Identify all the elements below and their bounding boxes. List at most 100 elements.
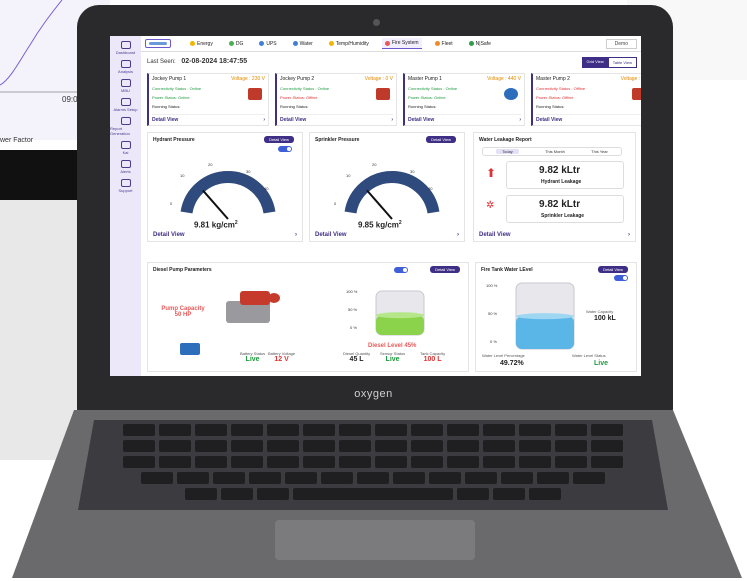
pump-detail-link[interactable]: Detail View› [280,114,393,123]
pump-voltage: Voltage : 230 V [231,76,265,82]
diesel-level: Diesel Level 45% [368,343,417,349]
user-select[interactable]: Demo [605,38,637,49]
sidebar-item-label: Support [118,188,133,193]
pump-voltage: Voltage : 0 V [620,76,641,82]
hydrant-footer[interactable]: Detail View › [153,232,297,238]
metric-value: 12 V [274,356,289,363]
metric-value: 100 L [423,356,442,363]
last-seen-value: 02-08-2024 18:47:55 [181,58,248,65]
sidebar-item-label: MBU [121,88,130,93]
pump-icon [376,88,390,100]
tab-3[interactable]: Water [290,38,316,49]
grid-view-button[interactable]: Grid View [582,57,608,68]
support-icon [120,179,131,187]
diesel-detail-button[interactable]: Detail View [430,266,460,273]
tank-scale-0: 0 % [490,339,497,344]
sidebar-item-5[interactable]: Kai [110,141,141,155]
pump-connectivity: Connectivity Status : Offline [536,86,586,91]
top-nav: Energy DG UPS Water Temp/Humidity Fire System… [141,36,641,52]
diesel-toggle[interactable] [394,267,408,273]
sidebar-item-6[interactable]: Alerts [110,160,141,174]
pump-name: Jockey Pump 1 [152,76,187,82]
pump-capacity-value: 50 HP [174,312,192,318]
water-pct-label: Water Level Percentage [482,353,525,358]
fire-tank [515,282,575,350]
metric-value: Live [245,356,260,363]
sprinkler-footer[interactable]: Detail View › [315,232,459,238]
pump-detail-link[interactable]: Detail View› [536,114,641,123]
tab-icon [328,41,334,46]
pump-detail-label: Detail View [536,117,563,123]
tab-7[interactable]: N|Safe [466,38,494,49]
gauge-tick: 30 [246,169,251,174]
pump-running: Running Status: [536,104,565,109]
sidebar-item-4[interactable]: Report Generation [110,117,141,136]
leakage-footer[interactable]: Detail View › [479,232,630,238]
sidebar-item-7[interactable]: Support [110,179,141,193]
diesel-engine-image [226,291,282,329]
sprinkler-card: Sprinkler Pressure Detail View 0 10 20 3… [309,132,465,242]
diesel-card: Diesel Pump Parameters Detail View Pump … [147,262,469,372]
tab-icon [384,40,390,46]
pump-running: Running Status: [408,104,437,109]
pump-detail-link[interactable]: Detail View › [152,114,265,123]
tab-5[interactable]: Fire System [381,38,422,49]
home-icon [120,41,131,49]
firetank-toggle[interactable] [614,275,628,281]
tab-icon [292,41,298,46]
battery-icon [180,343,200,355]
tab-1[interactable]: DG [226,38,247,49]
gauge-needle [202,189,229,220]
firetank-card: Fire Tank Water LEvel Detail View 100 % … [475,262,637,372]
tab-today[interactable]: Today [496,149,519,154]
hydrant-unit-sup: 2 [234,220,238,226]
diesel-metric: Battery Status Live [240,351,265,363]
table-view-button[interactable]: Table View [607,57,637,68]
tab-icon [468,41,474,46]
sidebar: Dashboard Analysis MBU Alarms Setup Report G… [110,36,141,376]
tab-this-year[interactable]: This Year [591,149,608,154]
tab-label: Temp/Humidity [335,40,369,47]
gauge-tick: 40 [264,186,269,191]
analysis-icon [120,60,131,68]
last-seen-label: Last Seen: [147,59,176,65]
firetank-title: Fire Tank Water LEvel [481,267,533,273]
tab-label: Energy [197,40,213,47]
tab-2[interactable]: UPS [256,38,279,49]
diesel-scale-100: 100 % [346,289,358,294]
pump-detail-link[interactable]: Detail View› [408,114,521,123]
background-desk [0,200,80,460]
gauge-tick: 0 [170,201,173,206]
firetank-detail-button[interactable]: Detail View [598,266,628,273]
chevron-right-icon: › [263,117,265,123]
tab-4[interactable]: Temp/Humidity [326,38,372,49]
tank-surface [376,312,424,319]
sprinkler-leakage-box: 9.82 kLtr Sprinkler Leakage [506,195,624,223]
hydrant-value: 9.81 kg/cm2 [194,220,238,230]
hydrant-leakage-value: 9.82 kLtr [539,165,581,176]
sidebar-item-2[interactable]: MBU [110,79,141,93]
tab-label: UPS [266,40,277,47]
app-logo[interactable] [145,39,171,48]
sidebar-item-1[interactable]: Analysis [110,60,141,74]
gauge-tick: 10 [346,173,351,178]
sprinkler-footer-label: Detail View [315,232,347,238]
tank-scale-100: 100 % [486,283,498,288]
pump-name: Master Pump 2 [536,76,570,82]
gauge-arc [344,171,440,214]
tab-6[interactable]: Fleet [432,38,456,49]
pump-name: Jockey Pump 2 [280,76,315,82]
tab-this-month[interactable]: This Month [545,149,565,154]
metric-value: Live [385,356,400,363]
sidebar-item-0[interactable]: Dashboard [110,41,141,55]
tab-icon [259,41,265,46]
sidebar-item-3[interactable]: Alarms Setup [110,98,141,112]
water-capacity-value: 100 kL [594,315,616,322]
metric-value: 45 L [349,356,364,363]
tab-0[interactable]: Energy [187,38,216,49]
sprinkler-value: 9.85 kg/cm2 [358,220,402,230]
pump-detail-label: Detail View [152,117,179,123]
chevron-right-icon: › [519,117,521,123]
water-status-value: Live [594,360,609,367]
laptop-brand: oxygen [354,388,393,400]
